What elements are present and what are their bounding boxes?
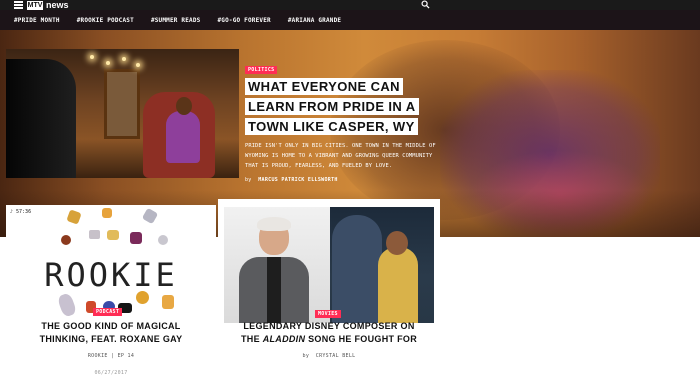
photo-beauty-and-the-beast <box>330 207 434 323</box>
gem-illustration <box>107 230 119 240</box>
tag-link-summer-reads[interactable]: #SUMMER READS <box>151 17 201 24</box>
hero-byline: by MARCUS PATRICK ELLSWORTH <box>245 177 445 183</box>
gem-illustration <box>89 230 100 239</box>
gem-illustration <box>158 235 168 245</box>
gem-illustration <box>61 235 71 245</box>
photo-belle <box>378 247 418 323</box>
card-image-rookie[interactable]: ♪ 57:36 ROOKIE <box>6 205 216 323</box>
card-title-rookie[interactable]: THE GOOD KIND OF MAGICAL THINKING, FEAT.… <box>6 320 216 346</box>
photo-light <box>136 63 140 67</box>
card-image-disney[interactable] <box>224 207 434 323</box>
card-title-disney[interactable]: LEGENDARY DISNEY COMPOSER ON THE ALADDIN… <box>224 320 434 346</box>
logo-news-text: news <box>46 0 69 10</box>
card-meta-rookie: ROOKIE | EP 14 <box>87 353 135 359</box>
audio-duration: ♪ 57:36 <box>10 209 31 215</box>
card-title-line[interactable]: THE GOOD KIND OF MAGICAL <box>6 320 216 333</box>
photo-light <box>122 57 126 61</box>
tag-link-ariana-grande[interactable]: #ARIANA GRANDE <box>288 17 341 24</box>
photo-person-head <box>176 97 192 115</box>
card-category-badge-podcast[interactable]: PODCAST <box>93 308 123 316</box>
hero-headline[interactable]: WHAT EVERYONE CAN LEARN FROM PRIDE IN A … <box>245 77 445 137</box>
photo-person <box>166 111 200 163</box>
gem-illustration <box>130 232 142 244</box>
card-title-line[interactable]: LEGENDARY DISNEY COMPOSER ON <box>224 320 434 333</box>
article-card-rookie-podcast[interactable]: ♪ 57:36 ROOKIE PODCAST THE GOOD KIND OF … <box>6 205 216 376</box>
photo-composer <box>224 207 330 323</box>
byline-prefix: by <box>245 177 252 183</box>
photo-shirt <box>267 257 281 323</box>
gem-illustration <box>102 208 112 218</box>
tag-link-rookie-podcast[interactable]: #ROOKIE PODCAST <box>77 17 134 24</box>
article-card-disney-composer[interactable]: MOVIES LEGENDARY DISNEY COMPOSER ON THE … <box>218 199 440 376</box>
site-logo[interactable]: MTV news <box>27 0 69 10</box>
photo-light <box>106 61 110 65</box>
gem-illustration <box>136 291 149 304</box>
card-title-line[interactable]: THINKING, FEAT. ROXANE GAY <box>6 333 216 346</box>
card-date: 06/27/2017 <box>94 370 128 376</box>
photo-camera <box>6 59 76 178</box>
card-byline-disney[interactable]: by CRYSTAL BELL <box>224 353 434 359</box>
photo-light <box>90 55 94 59</box>
hero-author-link[interactable]: MARCUS PATRICK ELLSWORTH <box>258 177 337 183</box>
headphones-icon: ♪ <box>10 209 14 215</box>
photo-hair <box>257 217 291 231</box>
rookie-art-text: ROOKIE <box>44 256 178 294</box>
photo-mirror <box>104 69 140 139</box>
gem-illustration <box>162 295 174 309</box>
hero-dek: PRIDE ISN'T ONLY IN BIG CITIES. ONE TOWN… <box>245 143 436 169</box>
hero-category-badge[interactable]: POLITICS <box>245 66 278 74</box>
hero-photo[interactable] <box>6 49 239 178</box>
mtv-logo-mark: MTV <box>27 0 43 10</box>
card-title-line[interactable]: THE ALADDIN SONG HE FOUGHT FOR <box>224 333 434 346</box>
hero-headline-text[interactable]: WHAT EVERYONE CAN LEARN FROM PRIDE IN A … <box>245 78 419 135</box>
gem-illustration <box>141 207 159 225</box>
gem-illustration <box>66 209 82 225</box>
title-italic-part[interactable]: ALADDIN <box>263 334 306 344</box>
title-part[interactable]: THE <box>241 334 263 344</box>
tag-link-pride-month[interactable]: #PRIDE MONTH <box>14 17 60 24</box>
audio-time-text: 57:36 <box>16 209 32 215</box>
search-icon[interactable] <box>421 0 430 9</box>
photo-beast <box>332 215 382 323</box>
hamburger-menu-icon[interactable] <box>14 1 23 9</box>
tag-link-go-go-forever[interactable]: #GO-GO FOREVER <box>218 17 271 24</box>
gem-illustration <box>56 292 78 318</box>
card-category-badge-movies[interactable]: MOVIES <box>315 310 341 318</box>
top-nav-bar: MTV news <box>0 0 700 10</box>
trending-tags-bar: #PRIDE MONTH #ROOKIE PODCAST #SUMMER REA… <box>0 10 700 30</box>
title-part[interactable]: SONG HE FOUGHT FOR <box>305 334 417 344</box>
photo-belle-head <box>386 231 408 255</box>
hero-text-block: POLITICS WHAT EVERYONE CAN LEARN FROM PR… <box>245 58 445 183</box>
